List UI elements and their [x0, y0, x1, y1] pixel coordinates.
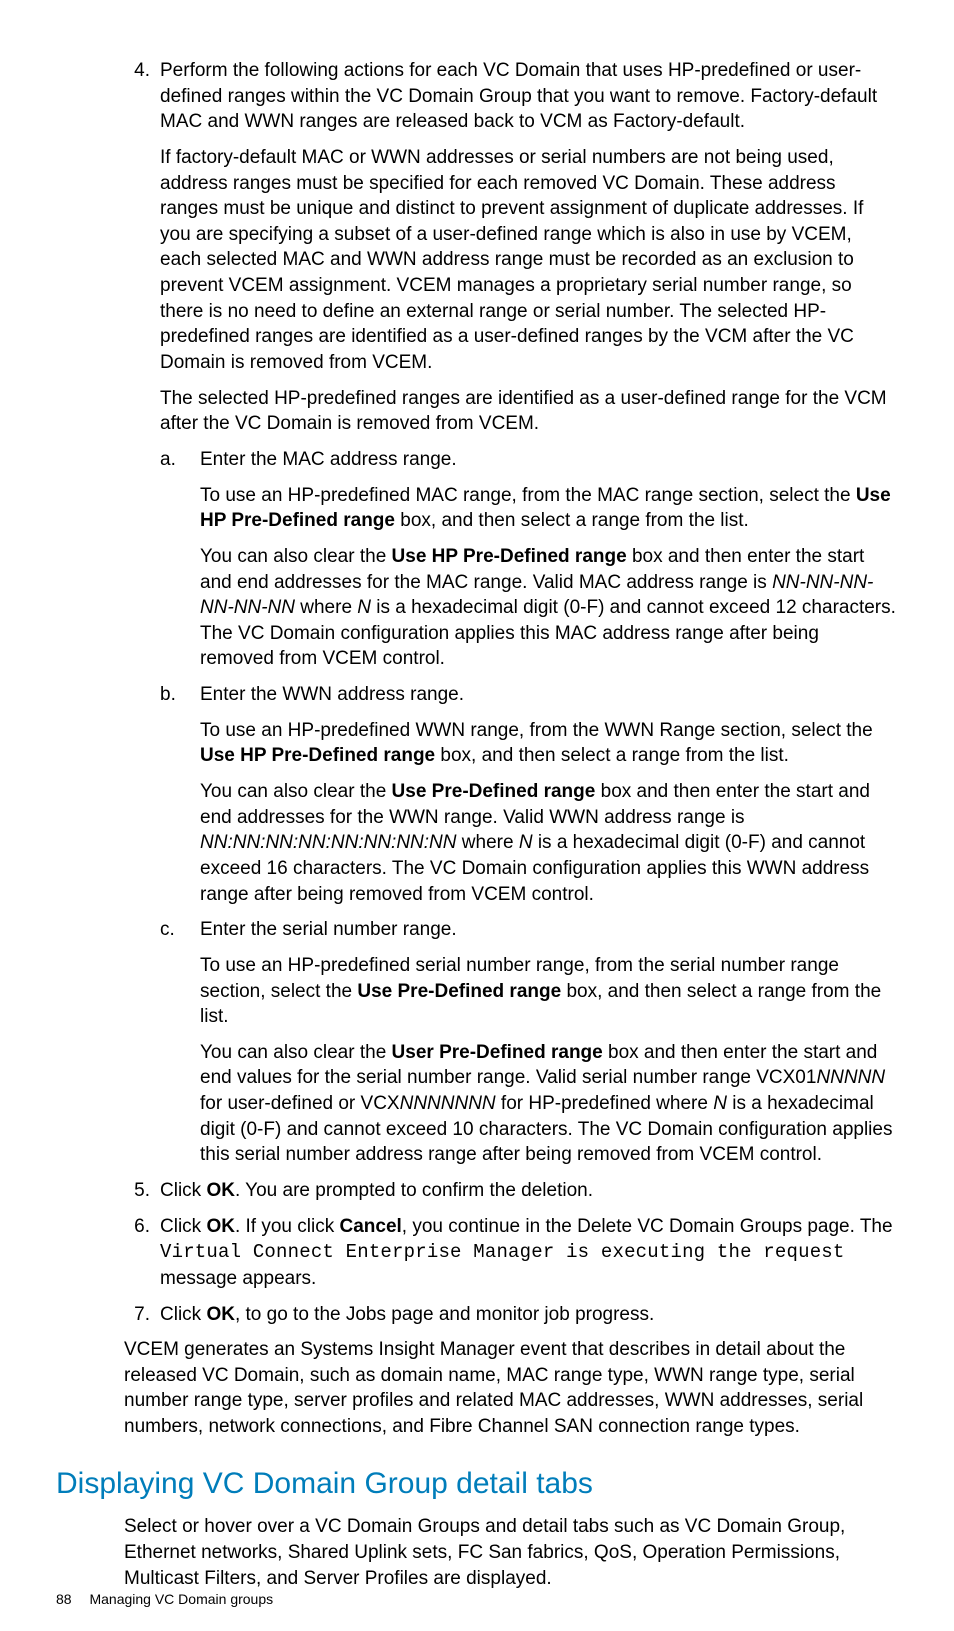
- substep-a-p2: To use an HP-predefined MAC range, from …: [200, 483, 898, 534]
- step-number: 6.: [120, 1214, 150, 1240]
- step-5: 5. Click OK. You are prompted to confirm…: [56, 1178, 898, 1204]
- step-4-substeps: a. Enter the MAC address range. To use a…: [160, 447, 898, 1168]
- substep-label: a.: [160, 447, 186, 473]
- footer-title: Managing VC Domain groups: [89, 1591, 273, 1607]
- page-footer: 88 Managing VC Domain groups: [56, 1590, 273, 1609]
- substep-b-p3: You can also clear the Use Pre-Defined r…: [200, 779, 898, 907]
- step-5-text: Click OK. You are prompted to confirm th…: [160, 1178, 898, 1204]
- substep-b: b. Enter the WWN address range. To use a…: [160, 682, 898, 907]
- step-4-detail-2: The selected HP-predefined ranges are id…: [160, 386, 898, 437]
- step-number: 4.: [120, 58, 150, 84]
- section-body: Select or hover over a VC Domain Groups …: [56, 1514, 898, 1591]
- substep-b-title: Enter the WWN address range.: [200, 682, 898, 708]
- substep-label: c.: [160, 917, 186, 943]
- substep-c-title: Enter the serial number range.: [200, 917, 898, 943]
- document-page: 4. Perform the following actions for eac…: [0, 0, 954, 1631]
- substep-a: a. Enter the MAC address range. To use a…: [160, 447, 898, 672]
- step-4: 4. Perform the following actions for eac…: [56, 58, 898, 1168]
- step-number: 5.: [120, 1178, 150, 1204]
- step-7-text: Click OK, to go to the Jobs page and mon…: [160, 1302, 898, 1328]
- step-4-intro: Perform the following actions for each V…: [160, 58, 898, 135]
- substep-a-title: Enter the MAC address range.: [200, 447, 898, 473]
- step-6-text: Click OK. If you click Cancel, you conti…: [160, 1214, 898, 1292]
- step-7: 7. Click OK, to go to the Jobs page and …: [56, 1302, 898, 1328]
- numbered-steps: 4. Perform the following actions for eac…: [56, 58, 898, 1327]
- substep-label: b.: [160, 682, 186, 708]
- page-number: 88: [56, 1591, 72, 1607]
- step-6: 6. Click OK. If you click Cancel, you co…: [56, 1214, 898, 1292]
- section-heading: Displaying VC Domain Group detail tabs: [56, 1464, 898, 1505]
- substep-c-p2: To use an HP-predefined serial number ra…: [200, 953, 898, 1030]
- step-4-detail-1: If factory-default MAC or WWN addresses …: [160, 145, 898, 376]
- substep-a-p3: You can also clear the Use HP Pre-Define…: [200, 544, 898, 672]
- step-number: 7.: [120, 1302, 150, 1328]
- substep-b-p2: To use an HP-predefined WWN range, from …: [200, 718, 898, 769]
- post-steps-paragraph: VCEM generates an Systems Insight Manage…: [56, 1337, 898, 1440]
- substep-c: c. Enter the serial number range. To use…: [160, 917, 898, 1168]
- substep-c-p3: You can also clear the User Pre-Defined …: [200, 1040, 898, 1168]
